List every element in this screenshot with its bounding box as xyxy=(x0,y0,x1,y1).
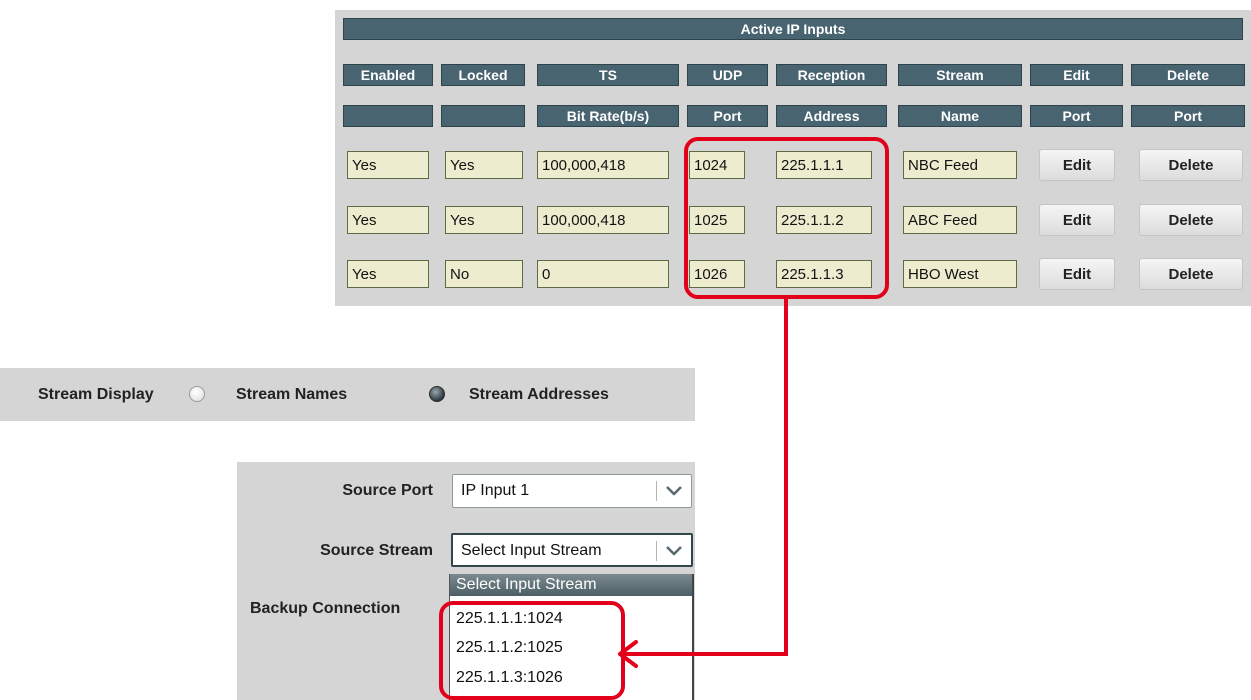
col-header-enabled: Enabled xyxy=(343,64,433,86)
row-2-enabled: Yes xyxy=(347,206,429,234)
row-1-delete-button[interactable]: Delete xyxy=(1139,149,1243,181)
col-subheader-bitrate: Bit Rate(b/s) xyxy=(537,105,679,127)
stream-addresses-option-label[interactable]: Stream Addresses xyxy=(469,386,609,404)
col-subheader-port: Port xyxy=(687,105,768,127)
source-stream-label: Source Stream xyxy=(320,542,433,559)
source-stream-dropdown-list: Select Input Stream 225.1.1.1:1024 225.1… xyxy=(449,574,694,700)
backup-connection-label: Backup Connection xyxy=(250,600,401,617)
dropdown-option-stream-2[interactable]: 225.1.1.2:1025 xyxy=(456,636,563,659)
row-2-stream-name: ABC Feed xyxy=(903,206,1017,234)
col-header-udp: UDP xyxy=(687,64,768,86)
radio-selected-icon[interactable] xyxy=(429,386,445,402)
stream-display-label: Stream Display xyxy=(38,386,154,403)
row-1-enabled: Yes xyxy=(347,151,429,179)
row-2-bitrate: 100,000,418 xyxy=(537,206,669,234)
source-port-select[interactable]: IP Input 1 xyxy=(452,474,692,508)
row-3-bitrate: 0 xyxy=(537,260,669,288)
col-header-delete: Delete xyxy=(1131,64,1245,86)
col-subheader-edit-port: Port xyxy=(1030,105,1123,127)
stream-display-bar: Stream Display Stream Names Stream Addre… xyxy=(0,368,695,421)
radio-unselected-icon[interactable] xyxy=(189,386,205,402)
dropdown-option-stream-3[interactable]: 225.1.1.3:1026 xyxy=(456,666,563,689)
row-3-locked: No xyxy=(445,260,523,288)
row-2-udp-port: 1025 xyxy=(689,206,745,234)
row-1-address: 225.1.1.1 xyxy=(776,151,872,179)
row-3-delete-button[interactable]: Delete xyxy=(1139,258,1243,290)
select-divider xyxy=(656,481,657,501)
row-3-udp-port: 1026 xyxy=(689,260,745,288)
select-divider xyxy=(656,541,657,561)
col-subheader-locked xyxy=(441,105,525,127)
source-port-value: IP Input 1 xyxy=(461,482,530,499)
row-1-edit-button[interactable]: Edit xyxy=(1039,149,1115,181)
row-3-enabled: Yes xyxy=(347,260,429,288)
row-2-delete-button[interactable]: Delete xyxy=(1139,204,1243,236)
col-header-ts: TS xyxy=(537,64,679,86)
source-stream-value: Select Input Stream xyxy=(461,542,602,559)
row-2-locked: Yes xyxy=(445,206,523,234)
col-header-edit: Edit xyxy=(1030,64,1123,86)
chevron-down-icon[interactable] xyxy=(666,486,682,496)
stream-names-option-label[interactable]: Stream Names xyxy=(236,386,347,404)
row-1-stream-name: NBC Feed xyxy=(903,151,1017,179)
chevron-down-icon[interactable] xyxy=(666,546,682,556)
col-subheader-name: Name xyxy=(898,105,1022,127)
source-port-label: Source Port xyxy=(342,482,433,499)
dropdown-option-stream-1[interactable]: 225.1.1.1:1024 xyxy=(456,607,563,630)
row-1-bitrate: 100,000,418 xyxy=(537,151,669,179)
source-stream-select[interactable]: Select Input Stream xyxy=(451,533,693,567)
col-header-locked: Locked xyxy=(441,64,525,86)
row-3-stream-name: HBO West xyxy=(903,260,1017,288)
dropdown-option-header[interactable]: Select Input Stream xyxy=(450,574,692,596)
col-subheader-enabled xyxy=(343,105,433,127)
col-header-stream: Stream xyxy=(898,64,1022,86)
active-ip-inputs-panel: Active IP Inputs Enabled Locked TS UDP R… xyxy=(335,10,1251,306)
col-subheader-delete-port: Port xyxy=(1131,105,1245,127)
row-3-edit-button[interactable]: Edit xyxy=(1039,258,1115,290)
row-3-address: 225.1.1.3 xyxy=(776,260,872,288)
row-2-address: 225.1.1.2 xyxy=(776,206,872,234)
row-1-locked: Yes xyxy=(445,151,523,179)
col-header-reception: Reception xyxy=(776,64,887,86)
row-2-edit-button[interactable]: Edit xyxy=(1039,204,1115,236)
row-1-udp-port: 1024 xyxy=(689,151,745,179)
panel-title: Active IP Inputs xyxy=(343,18,1243,40)
col-subheader-address: Address xyxy=(776,105,887,127)
